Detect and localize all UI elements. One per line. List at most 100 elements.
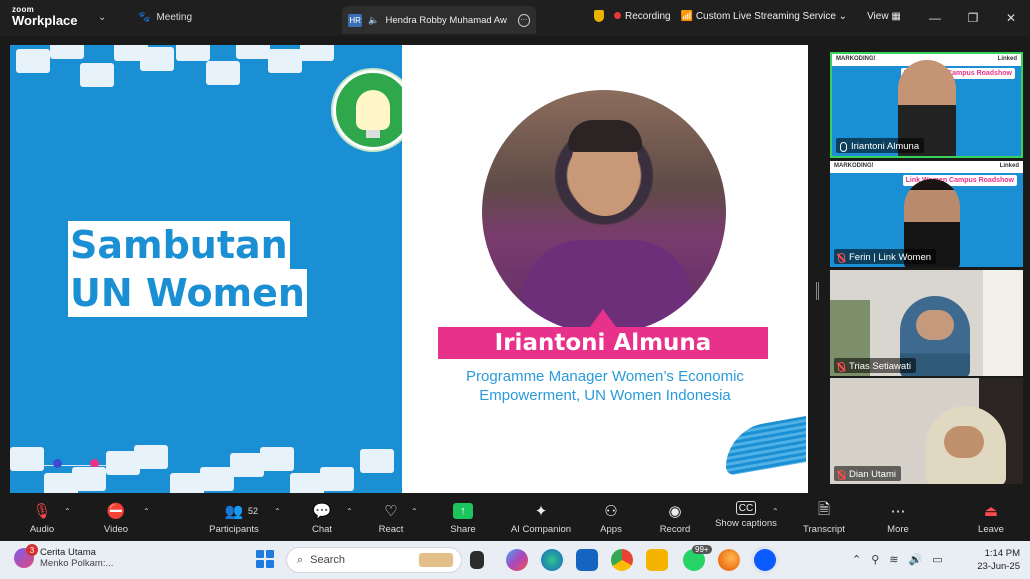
- mic-muted-icon: [838, 361, 845, 372]
- copilot-icon[interactable]: [506, 549, 528, 571]
- task-view-icon[interactable]: [470, 551, 484, 569]
- meeting-toolbar: 🎙 Audio ⌃ ⛔ Video ⌃ 👥 Participants 52 ⌃ …: [0, 495, 1030, 541]
- apps-icon: ⚇: [604, 503, 618, 520]
- leave-label: Leave: [978, 524, 1004, 535]
- minimize-icon[interactable]: —: [916, 0, 954, 36]
- news-icon: 3: [14, 544, 38, 568]
- chevron-up-icon[interactable]: ⌃: [411, 507, 418, 516]
- transcript-button[interactable]: 🗎 Transcript: [784, 500, 864, 536]
- store-icon[interactable]: [576, 549, 598, 571]
- participants-icon: 👥: [224, 503, 244, 520]
- leave-button[interactable]: ⏏ Leave: [951, 501, 1030, 535]
- windows-start-icon[interactable]: [256, 550, 274, 568]
- volume-icon[interactable]: 🔊: [909, 553, 923, 566]
- window-tab[interactable]: HR 🔈 Hendra Robby Muhamad Aw ⋯: [342, 6, 536, 34]
- banner-left: MARKODING!: [834, 163, 874, 169]
- record-icon: ◉: [668, 503, 682, 520]
- title-line-1: Sambutan: [68, 221, 290, 269]
- captions-icon: CC: [736, 501, 756, 515]
- slide-left-panel: Sambutan UN Women: [10, 45, 402, 493]
- react-button[interactable]: ♡ React: [351, 501, 431, 535]
- battery-icon[interactable]: ▭: [932, 553, 942, 566]
- wave-decoration: [726, 415, 806, 477]
- chevron-up-icon[interactable]: ⌃: [772, 507, 779, 516]
- restore-icon[interactable]: ❐: [954, 0, 992, 36]
- namebar-notch: [590, 309, 616, 327]
- ai-companion-button[interactable]: ✦ AI Companion: [501, 501, 581, 535]
- react-label: React: [378, 524, 404, 535]
- location-icon[interactable]: ⚲: [871, 553, 879, 566]
- heart-icon: ♡: [384, 503, 398, 520]
- avatar: HR: [348, 13, 363, 27]
- chrome-icon[interactable]: [611, 549, 633, 571]
- banner-left: MARKODING!: [836, 56, 876, 62]
- participants-button[interactable]: 👥 Participants: [194, 501, 274, 535]
- chat-label: Chat: [311, 524, 333, 535]
- participant-name: Dian Utami: [849, 469, 896, 480]
- recording-indicator[interactable]: Recording: [614, 11, 671, 22]
- chevron-down-icon[interactable]: ⌄: [98, 12, 106, 23]
- role-line-2: Empowerment, UN Women Indonesia: [479, 387, 731, 404]
- participant-label: Trias Setiawati: [834, 358, 916, 373]
- chevron-up-icon[interactable]: ⌃: [852, 553, 861, 566]
- mic-muted-icon: 🎙: [32, 503, 52, 520]
- participant-label: Iriantoni Almuna: [836, 138, 925, 153]
- clock-time: 1:14 PM: [984, 548, 1020, 559]
- apps-label: Apps: [600, 524, 622, 535]
- search-placeholder: Search: [310, 554, 346, 566]
- meeting-tab[interactable]: 🐾 Meeting: [138, 12, 192, 23]
- more-icon[interactable]: ⋯: [517, 13, 530, 27]
- recording-label: Recording: [625, 10, 671, 22]
- chevron-up-icon[interactable]: ⌃: [143, 507, 150, 516]
- taskbar-search[interactable]: ⌕ Search: [286, 547, 462, 573]
- paw-icon: 🐾: [138, 12, 151, 23]
- video-tile[interactable]: MARKODING! Linked Link Women Campus Roads…: [830, 161, 1023, 267]
- zoom-icon[interactable]: [754, 549, 776, 571]
- chevron-up-icon[interactable]: ⌃: [64, 507, 71, 516]
- record-button[interactable]: ◉ Record: [635, 501, 715, 535]
- file-explorer-icon[interactable]: [646, 549, 668, 571]
- zoom-workplace-logo[interactable]: zoom Workplace: [12, 6, 78, 28]
- view-button[interactable]: View ▦: [867, 11, 901, 22]
- more-label: More: [887, 524, 909, 535]
- window-controls: — ❐ ✕: [916, 0, 1030, 36]
- streaming-status[interactable]: 📶 Custom Live Streaming Service ⌄: [681, 11, 847, 22]
- more-button[interactable]: ⋯ More: [858, 501, 938, 535]
- close-icon[interactable]: ✕: [992, 0, 1030, 36]
- video-off-icon: ⛔: [106, 503, 126, 520]
- gallery-resize-handle[interactable]: [816, 282, 819, 300]
- participants-count: 52: [248, 506, 259, 516]
- share-button[interactable]: ↑ Share: [423, 501, 503, 535]
- participant-name: Ferin | Link Women: [849, 252, 932, 263]
- news-subtitle: Menko Polkam:...: [40, 558, 114, 569]
- chevron-down-icon: ⌄: [838, 10, 848, 22]
- leave-icon: ⏏: [983, 503, 999, 520]
- brand-large: Workplace: [12, 13, 78, 28]
- mic-muted-icon: [838, 469, 845, 480]
- edge-icon[interactable]: [541, 549, 563, 571]
- speaker-icon: 🔈: [368, 14, 380, 25]
- system-clock[interactable]: 1:14 PM 23-Jun-25: [966, 547, 1020, 573]
- wifi-icon[interactable]: ≋: [889, 553, 898, 566]
- chevron-up-icon[interactable]: ⌃: [274, 507, 281, 516]
- meeting-label: Meeting: [156, 12, 193, 23]
- video-tile[interactable]: Trias Setiawati: [830, 270, 1023, 376]
- more-icon: ⋯: [890, 503, 906, 520]
- title-bar: zoom Workplace ⌄ 🐾 Meeting HR 🔈 Hendra R…: [0, 0, 1030, 36]
- video-tile[interactable]: Dian Utami: [830, 378, 1023, 484]
- participant-label: Dian Utami: [834, 466, 901, 481]
- clock-date: 23-Jun-25: [977, 561, 1020, 572]
- search-icon: ⌕: [297, 553, 304, 566]
- news-widget[interactable]: 3 Cerita Utama Menko Polkam:...: [14, 544, 114, 569]
- slide-title: Sambutan UN Women: [68, 221, 307, 317]
- transcript-icon: 🗎: [817, 500, 831, 518]
- sparkle-icon: ✦: [534, 503, 548, 520]
- share-label: Share: [450, 524, 476, 535]
- streaming-label: Custom Live Streaming Service: [695, 10, 836, 22]
- system-tray: ⌃ ⚲ ≋ 🔊 ▭: [852, 553, 943, 566]
- participants-label: Participants: [209, 524, 259, 535]
- video-label: Video: [103, 524, 129, 535]
- firefox-icon[interactable]: [718, 549, 740, 571]
- video-tile[interactable]: MARKODING! Linked Link Women Campus Roads…: [830, 52, 1023, 158]
- shield-icon[interactable]: [594, 10, 604, 22]
